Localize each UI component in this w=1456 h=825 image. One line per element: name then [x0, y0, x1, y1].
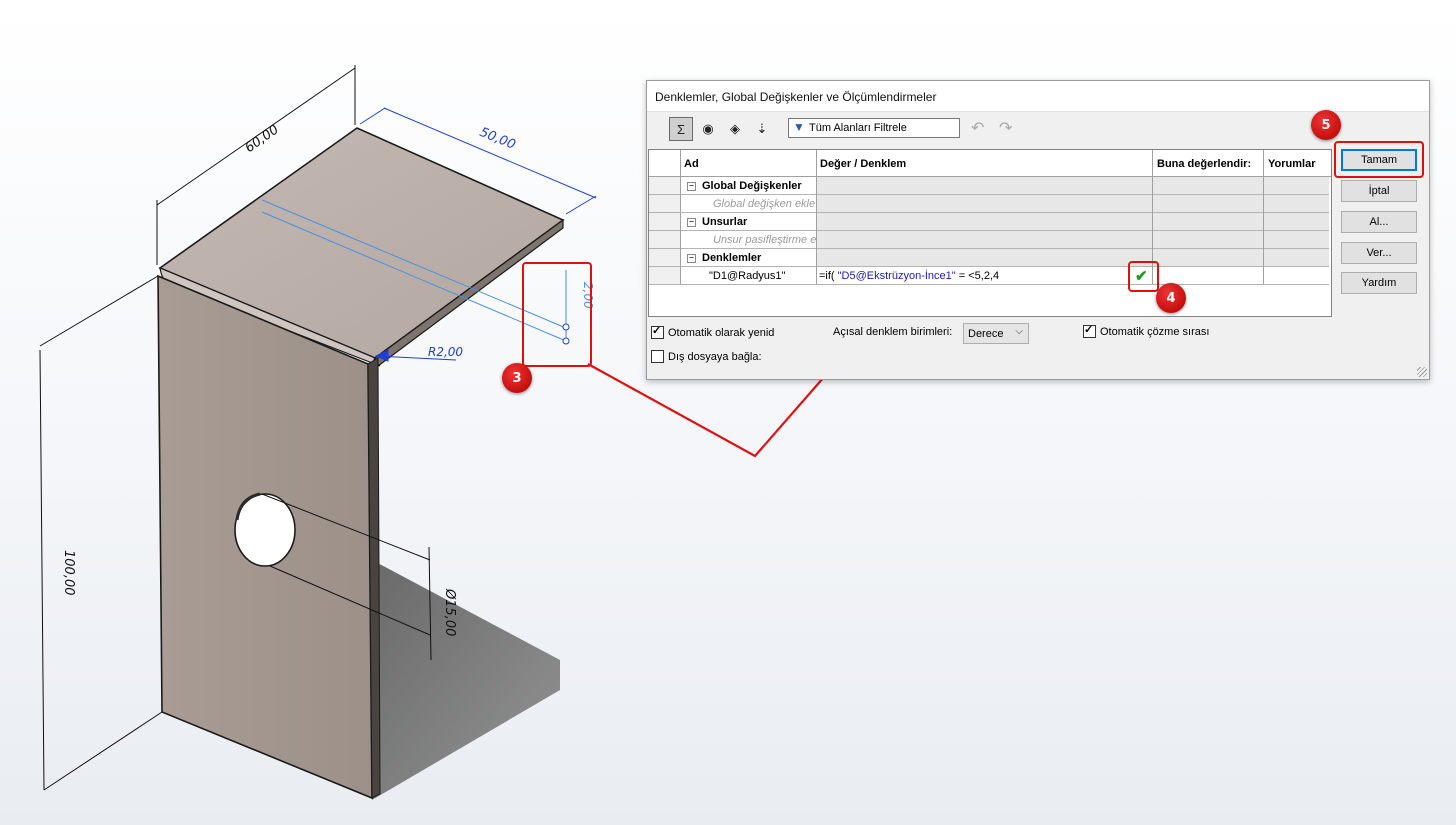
- equation-name[interactable]: "D1@Radyus1": [709, 270, 785, 282]
- ordered-view-icon[interactable]: ⇣: [750, 117, 774, 141]
- add-global-row[interactable]: Global değişken ekle: [649, 195, 1329, 213]
- undo-icon[interactable]: ↶: [971, 118, 984, 138]
- column-header-name: Ad: [684, 158, 699, 170]
- dimension-radius-label: R2,00: [428, 345, 463, 359]
- group-row-global[interactable]: − Global Değişkenler: [649, 177, 1329, 195]
- link-external-option[interactable]: Dış dosyaya bağla:: [651, 350, 762, 363]
- link-external-checkbox[interactable]: [651, 350, 664, 363]
- help-button[interactable]: Yardım: [1341, 272, 1417, 294]
- filter-icon: ▼: [793, 120, 805, 134]
- annotation-badge-3: 3: [502, 363, 532, 393]
- dimension-60-label: 60,00: [243, 122, 282, 156]
- auto-solve-option[interactable]: Otomatik çözme sırası: [1083, 323, 1209, 338]
- dimension-100: [39, 275, 163, 791]
- column-header-value: Değer / Denklem: [820, 158, 907, 170]
- collapse-icon[interactable]: −: [687, 254, 696, 263]
- annotation-badge-5: 5: [1311, 110, 1341, 140]
- add-feature-row[interactable]: Unsur pasifleştirme ek: [649, 231, 1329, 249]
- column-header-evaluates: Buna değerlendir:: [1157, 158, 1252, 170]
- angular-units-label: Açısal denklem birimleri:: [833, 326, 953, 338]
- dimension-diameter-label: Ø15,00: [442, 588, 457, 636]
- check-highlight: [1128, 261, 1159, 292]
- dialog-title: Denklemler, Global Değişkenler ve Ölçüml…: [655, 90, 937, 104]
- ok-button-highlight: [1334, 141, 1424, 178]
- import-button[interactable]: Al...: [1341, 211, 1417, 233]
- group-row-features[interactable]: − Unsurlar: [649, 213, 1329, 231]
- cancel-button[interactable]: İptal: [1341, 180, 1417, 202]
- column-header-comments: Yorumlar: [1268, 158, 1316, 170]
- auto-rebuild-checkbox[interactable]: [651, 324, 664, 339]
- resize-grip[interactable]: [1417, 367, 1427, 377]
- export-button[interactable]: Ver...: [1341, 242, 1417, 264]
- dialog-titlebar: Denklemler, Global Değişkenler ve Ölçüml…: [647, 81, 1429, 112]
- equation-row[interactable]: "D1@Radyus1" =if( "D5@Ekstrüzyon-İnce1" …: [649, 267, 1329, 285]
- dimension-view-icon[interactable]: ◈: [723, 117, 747, 141]
- dimension-50-label: 50,00: [477, 125, 517, 153]
- sketch-equation-view-icon[interactable]: ◉: [696, 117, 720, 141]
- equations-grid: Ad Değer / Denklem Buna değerlendir: Yor…: [648, 149, 1332, 317]
- collapse-icon[interactable]: −: [687, 182, 696, 191]
- thickness-highlight: [522, 262, 592, 367]
- equation-view-icon[interactable]: Σ: [669, 117, 693, 141]
- auto-solve-checkbox[interactable]: [1083, 323, 1096, 338]
- group-row-equations[interactable]: − Denklemler: [649, 249, 1329, 267]
- filter-input[interactable]: ▼ Tüm Alanları Filtrele: [788, 118, 960, 138]
- collapse-icon[interactable]: −: [687, 218, 696, 227]
- dimension-100-label: 100,00: [61, 550, 76, 596]
- grid-header: Ad Değer / Denklem Buna değerlendir: Yor…: [649, 150, 1331, 177]
- angular-units-select[interactable]: Derece ⌵: [963, 323, 1029, 344]
- annotation-badge-4: 4: [1156, 283, 1186, 313]
- chevron-down-icon: ⌵: [1015, 326, 1023, 337]
- auto-rebuild-option[interactable]: Otomatik olarak yenid: [651, 324, 778, 339]
- equation-input[interactable]: =if( "D5@Ekstrüzyon-İnce1" = <5,2,4: [819, 270, 999, 282]
- part-shadow: [372, 560, 560, 800]
- redo-icon[interactable]: ↷: [999, 118, 1012, 138]
